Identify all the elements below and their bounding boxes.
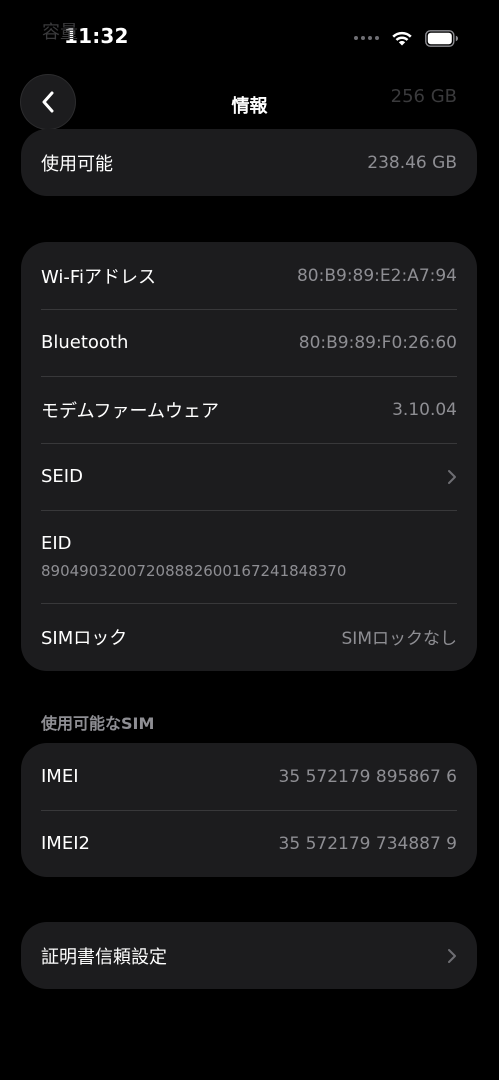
page-title: 情報 xyxy=(231,96,268,117)
capacity-label: 容量 xyxy=(42,22,78,43)
imei2-label: IMEI2 xyxy=(41,833,90,854)
imei-row: IMEI 35 572179 895867 6 xyxy=(21,743,477,810)
eid-label: EID xyxy=(41,533,72,554)
imei2-value: 35 572179 734887 9 xyxy=(278,833,457,854)
sim-lock-row: SIMロック SIMロックなし xyxy=(21,603,477,670)
battery-icon xyxy=(425,29,458,47)
modem-firmware-label: モデムファームウェア xyxy=(41,400,220,422)
status-icons xyxy=(354,26,459,50)
imei2-row: IMEI2 35 572179 734887 9 xyxy=(21,810,477,877)
modem-firmware-row: モデムファームウェア 3.10.04 xyxy=(21,376,477,443)
cert-trust-label: 証明書信頼設定 xyxy=(41,946,167,968)
cert-trust-card: 証明書信頼設定 xyxy=(21,922,477,989)
modem-firmware-value: 3.10.04 xyxy=(392,399,457,420)
available-row: 使用可能 238.46 GB xyxy=(21,129,477,196)
imei-label: IMEI xyxy=(41,766,79,787)
cellular-dots-icon xyxy=(354,36,379,40)
wifi-icon xyxy=(392,31,412,46)
eid-value: 89049032007208882600167241848370 xyxy=(41,562,347,580)
bluetooth-row: Bluetooth 80:B9:89:F0:26:60 xyxy=(21,309,477,376)
sim-lock-value: SIMロックなし xyxy=(341,629,457,649)
available-label: 使用可能 xyxy=(41,153,113,175)
seid-row[interactable]: SEID xyxy=(21,443,477,510)
sim-section-header: 使用可能なSIM xyxy=(41,714,155,733)
cert-trust-row[interactable]: 証明書信頼設定 xyxy=(21,922,477,989)
available-value: 238.46 GB xyxy=(367,152,457,173)
eid-row: EID 89049032007208882600167241848370 xyxy=(21,510,477,603)
wifi-address-label: Wi-Fiアドレス xyxy=(41,266,156,288)
chevron-right-icon xyxy=(447,948,457,964)
storage-card: 使用可能 238.46 GB xyxy=(21,129,477,196)
wifi-address-value: 80:B9:89:E2:A7:94 xyxy=(296,265,457,286)
sim-card: IMEI 35 572179 895867 6 IMEI2 35 572179 … xyxy=(21,743,477,877)
imei-value: 35 572179 895867 6 xyxy=(278,766,457,787)
seid-label: SEID xyxy=(41,466,83,487)
sim-lock-label: SIMロック xyxy=(41,627,128,649)
bluetooth-value: 80:B9:89:F0:26:60 xyxy=(298,332,457,353)
network-card: Wi-Fiアドレス 80:B9:89:E2:A7:94 Bluetooth 80… xyxy=(21,242,477,671)
bluetooth-label: Bluetooth xyxy=(41,332,129,353)
wifi-address-row: Wi-Fiアドレス 80:B9:89:E2:A7:94 xyxy=(21,242,477,309)
chevron-right-icon xyxy=(447,469,457,485)
